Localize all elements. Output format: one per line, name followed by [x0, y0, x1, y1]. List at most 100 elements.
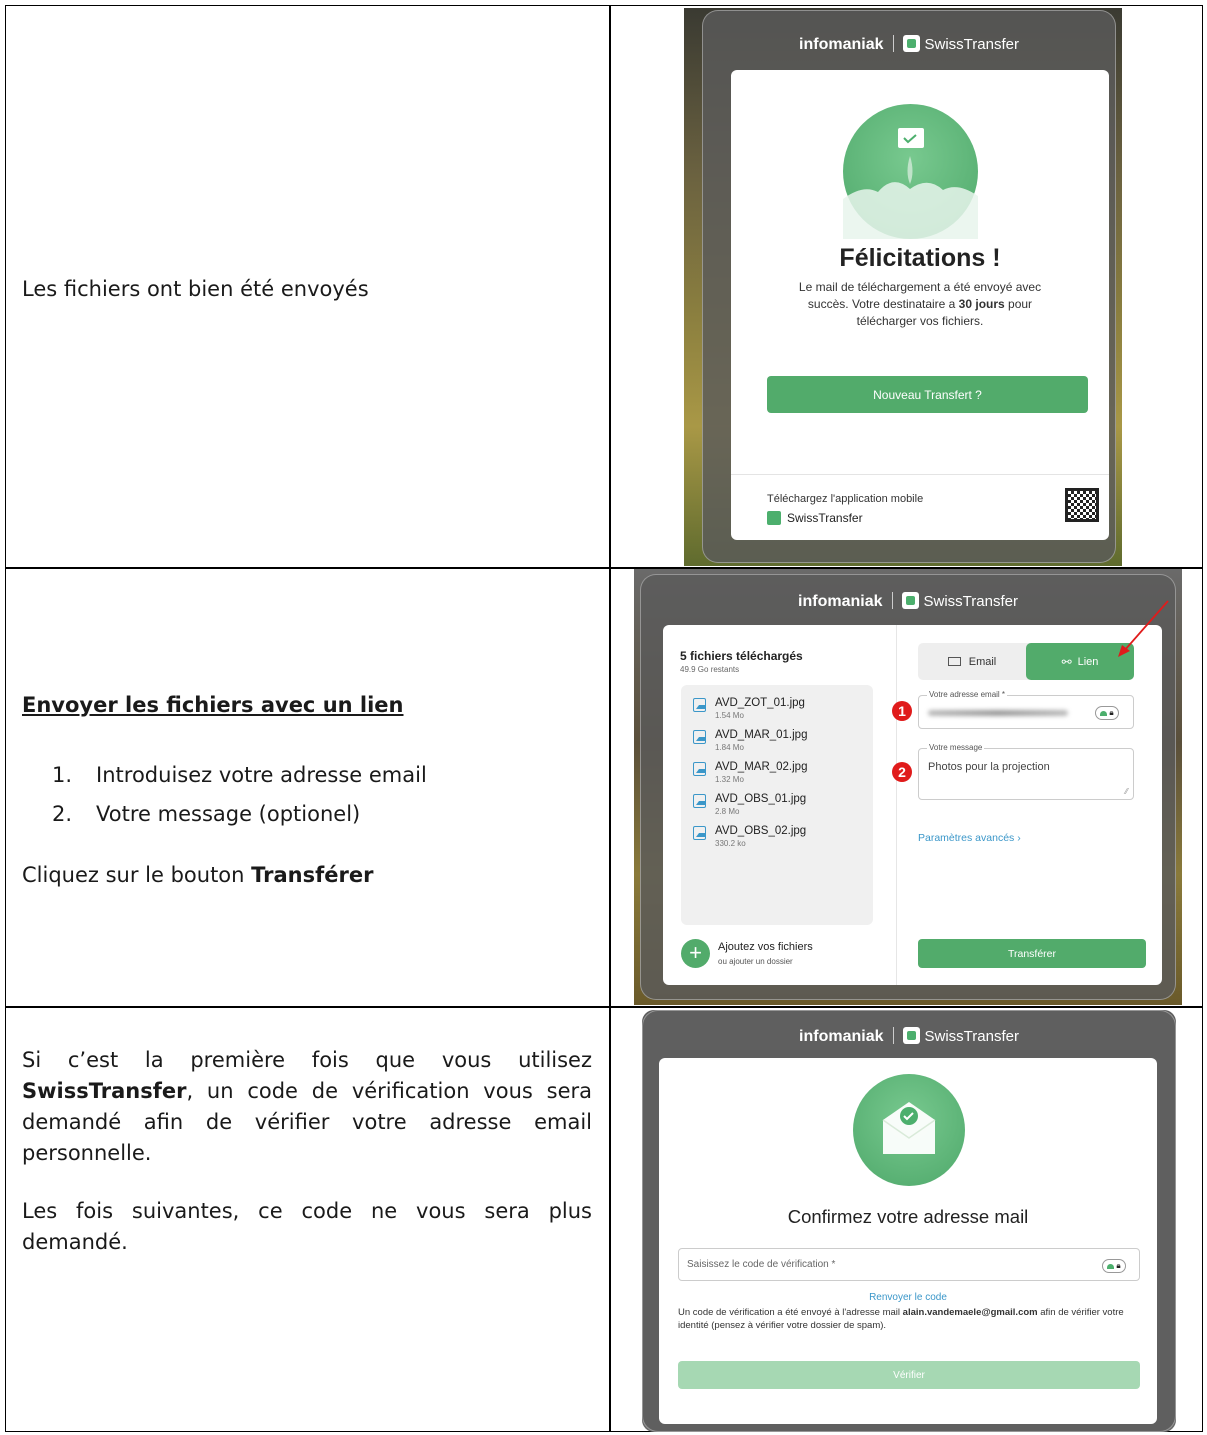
brand-header: infomaniak SwissTransfer [703, 35, 1115, 54]
file-size: 1.32 Mo [715, 775, 744, 784]
new-transfer-button[interactable]: Nouveau Transfert ? [767, 376, 1088, 413]
file-item[interactable]: AVD_ZOT_01.jpg 1.54 Mo [693, 697, 861, 720]
image-file-icon [693, 826, 706, 840]
instruction-text: Cliquez sur le bouton [22, 863, 252, 887]
file-list: AVD_ZOT_01.jpg 1.54 Mo AVD_MAR_01.jpg 1.84… [681, 685, 873, 925]
resize-handle-icon[interactable]: ⁄⁄ [1125, 787, 1128, 796]
brand-header: infomaniak SwissTransfer [641, 592, 1175, 611]
resend-code-link[interactable]: Renvoyer le code [659, 1292, 1157, 1303]
send-mode-tabs: Email ⚯ Lien [918, 643, 1134, 680]
chevron-right-icon: › [1017, 832, 1021, 844]
blurred-email-value [928, 710, 1068, 716]
image-file-icon [693, 730, 706, 744]
verification-code-input[interactable]: Saisissez le code de vérification * 🔒︎ [678, 1248, 1140, 1281]
add-folder-link[interactable]: ou ajouter un dossier [718, 957, 793, 966]
success-message: Le mail de téléchargement a été envoyé a… [791, 279, 1049, 330]
brand-header: infomaniak SwissTransfer [643, 1027, 1175, 1046]
row1-text: Les fichiers ont bien été envoyés [22, 277, 369, 301]
upload-panel: infomaniak SwissTransfer 5 fichiers téléc… [640, 574, 1176, 1000]
app-store-link[interactable]: SwissTransfer [767, 511, 863, 525]
verification-app-name: SwissTransfer [22, 1079, 187, 1103]
notice-text-part1: Un code de vérification a été envoyé à l… [678, 1307, 903, 1318]
following-times-paragraph: Les fois suivantes, ce code ne vous sera… [22, 1199, 592, 1254]
file-item[interactable]: AVD_MAR_02.jpg 1.32 Mo [693, 761, 861, 784]
verify-screenshot: infomaniak SwissTransfer Confirmez votre … [642, 1010, 1176, 1432]
file-item[interactable]: AVD_OBS_01.jpg 2.8 Mo [693, 793, 861, 816]
files-title: 5 fichiers téléchargés [680, 649, 803, 663]
upload-card: 5 fichiers téléchargés 49.9 Go restants … [663, 625, 1162, 985]
email-field[interactable]: Votre adresse email * 🔒︎ [918, 690, 1134, 729]
step-badge-1: 1 [892, 701, 912, 721]
swisstransfer-icon [902, 1027, 920, 1044]
link-icon: ⚯ [1061, 654, 1072, 669]
files-remaining: 49.9 Go restants [680, 665, 740, 674]
email-field-label: Votre adresse email * [927, 690, 1008, 699]
password-manager-icon[interactable]: 🔒︎ [1102, 1259, 1126, 1273]
message-field-label: Votre message [927, 743, 985, 752]
swisstransfer-icon [901, 592, 919, 609]
verification-code-placeholder: Saisissez le code de vérification * [687, 1259, 836, 1270]
file-name: AVD_ZOT_01.jpg [715, 697, 805, 709]
verify-panel: infomaniak SwissTransfer Confirmez votre … [642, 1010, 1176, 1432]
verification-paragraph: Si c’est la première fois que vous utili… [22, 1045, 592, 1169]
file-name: AVD_MAR_01.jpg [715, 729, 808, 741]
advanced-settings-label: Paramètres avancés [918, 832, 1015, 844]
file-size: 2.8 Mo [715, 807, 740, 816]
success-panel: infomaniak SwissTransfer Félicitations ! … [702, 10, 1116, 563]
link-section-heading: Envoyer les fichiers avec un lien [22, 693, 404, 717]
add-files-label[interactable]: Ajoutez vos fichiers [718, 941, 813, 953]
envelope-icon [947, 657, 961, 666]
infomaniak-logo: infomaniak [799, 1028, 884, 1045]
add-files-button[interactable]: + [681, 939, 710, 968]
swisstransfer-icon [902, 35, 920, 52]
step-1-text: Introduisez votre adresse email [96, 763, 427, 787]
transfer-button[interactable]: Transférer [918, 939, 1146, 968]
verify-card: Confirmez votre adresse mail Saisissez l… [659, 1058, 1157, 1424]
swisstransfer-logo: SwissTransfer [924, 1028, 1019, 1045]
verification-text-part1: Si c’est la première fois que vous utili… [22, 1048, 592, 1072]
advanced-settings-link[interactable]: Paramètres avancés › [918, 832, 1021, 844]
step-1: 1. Introduisez votre adresse email [52, 763, 427, 787]
link-screenshot: infomaniak SwissTransfer 5 fichiers téléc… [634, 569, 1182, 1005]
password-manager-icon[interactable]: 🔒︎ [1095, 706, 1119, 720]
swisstransfer-app-icon [767, 511, 781, 525]
step-badge-2: 2 [892, 762, 912, 782]
image-file-icon [693, 794, 706, 808]
image-file-icon [693, 698, 706, 712]
tab-email[interactable]: Email [918, 643, 1026, 680]
download-app-label: Téléchargez l'application mobile [767, 493, 924, 505]
success-card: Félicitations ! Le mail de téléchargemen… [731, 70, 1109, 540]
success-title: Félicitations ! [839, 244, 1001, 272]
column-divider [609, 5, 611, 1432]
instruction-button-name: Transférer [251, 863, 374, 887]
success-message-days: 30 jours [958, 297, 1005, 311]
step-2: 2. Votre message (optionel) [52, 802, 361, 826]
file-size: 1.84 Mo [715, 743, 744, 752]
image-file-icon [693, 762, 706, 776]
verify-button[interactable]: Vérifier [678, 1361, 1140, 1389]
notice-email: alain.vandemaele@gmail.com [902, 1307, 1038, 1318]
red-arrow-annotation [1118, 600, 1169, 657]
file-name: AVD_MAR_02.jpg [715, 761, 808, 773]
swisstransfer-logo: SwissTransfer [923, 593, 1018, 610]
file-name: AVD_OBS_01.jpg [715, 793, 807, 805]
file-name: AVD_OBS_02.jpg [715, 825, 807, 837]
file-item[interactable]: AVD_OBS_02.jpg 330.2 ko [693, 825, 861, 848]
step-2-text: Votre message (optionel) [96, 802, 361, 826]
tab-email-label: Email [968, 655, 997, 668]
app-name: SwissTransfer [787, 511, 863, 525]
row-divider-2 [5, 1006, 1203, 1008]
message-value: Photos pour la projection [928, 761, 1050, 773]
card-footer-divider [731, 474, 1109, 475]
message-field[interactable]: Votre message Photos pour la projection … [918, 743, 1134, 800]
file-size: 1.54 Mo [715, 711, 744, 720]
mail-confirm-illustration [853, 1074, 965, 1186]
transfer-instruction: Cliquez sur le bouton Transférer [22, 860, 592, 891]
column-separator [896, 625, 897, 985]
tab-link-label: Lien [1077, 655, 1099, 668]
confirm-title: Confirmez votre adresse mail [787, 1206, 1029, 1227]
success-illustration [843, 104, 978, 239]
file-item[interactable]: AVD_MAR_01.jpg 1.84 Mo [693, 729, 861, 752]
swisstransfer-logo: SwissTransfer [924, 36, 1019, 53]
file-size: 330.2 ko [715, 839, 746, 848]
